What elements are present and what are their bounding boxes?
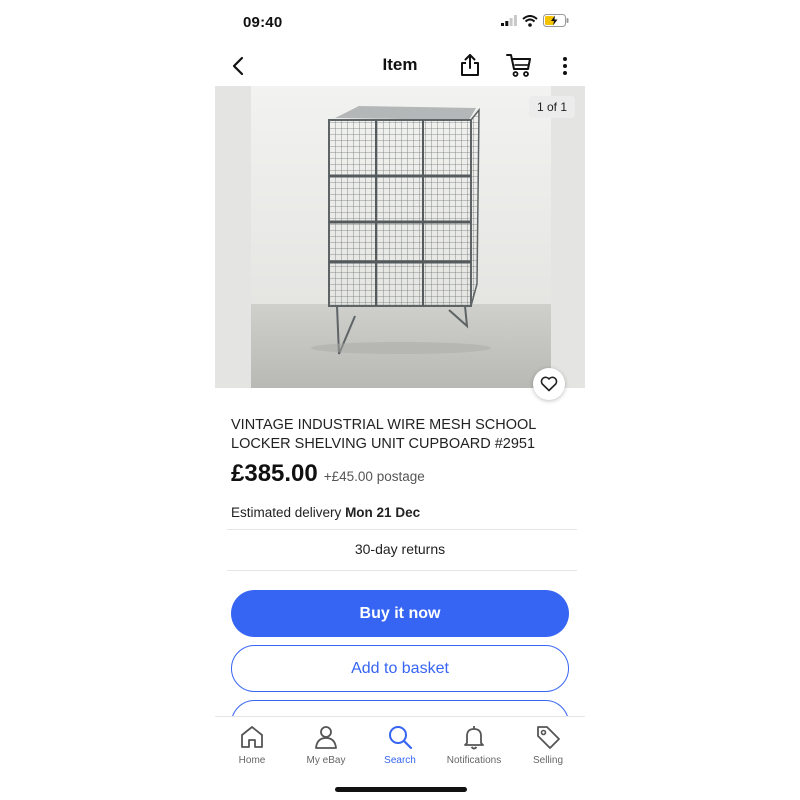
tab-notifications[interactable]: Notifications bbox=[437, 723, 511, 766]
tab-home[interactable]: Home bbox=[215, 723, 289, 766]
tab-my-ebay[interactable]: My eBay bbox=[289, 723, 363, 766]
divider bbox=[227, 529, 577, 530]
delivery-label: Estimated delivery bbox=[231, 505, 342, 520]
tab-label: My eBay bbox=[306, 755, 346, 766]
cart-icon[interactable] bbox=[505, 52, 533, 78]
home-indicator[interactable] bbox=[335, 787, 467, 792]
status-bar: 09:40 bbox=[215, 0, 585, 46]
signal-icon bbox=[501, 15, 517, 26]
buy-it-now-button[interactable]: Buy it now bbox=[231, 590, 569, 637]
more-options-icon[interactable] bbox=[555, 54, 575, 78]
tab-label: Selling bbox=[532, 755, 564, 766]
wifi-icon bbox=[522, 14, 538, 27]
price-row: £385.00 +£45.00 postage bbox=[231, 460, 425, 488]
nav-bar: Item bbox=[215, 46, 585, 86]
item-title: VINTAGE INDUSTRIAL WIRE MESH SCHOOL LOCK… bbox=[231, 417, 536, 452]
image-counter: 1 of 1 bbox=[528, 96, 575, 118]
postage-cost: +£45.00 postage bbox=[323, 469, 425, 484]
item-price: £385.00 bbox=[231, 460, 318, 487]
tab-label: Home bbox=[238, 755, 266, 766]
status-time: 09:40 bbox=[243, 14, 283, 31]
search-icon bbox=[389, 726, 413, 750]
tab-search[interactable]: Search bbox=[363, 723, 437, 766]
item-photo bbox=[251, 86, 551, 388]
tab-label: Search bbox=[384, 755, 416, 766]
status-icons bbox=[501, 14, 569, 27]
tab-label: Notifications bbox=[446, 755, 502, 766]
tab-selling[interactable]: Selling bbox=[511, 723, 585, 766]
bell-icon bbox=[464, 726, 484, 750]
share-icon[interactable] bbox=[457, 52, 483, 78]
watch-button[interactable] bbox=[533, 368, 565, 400]
item-image-gallery[interactable]: 1 of 1 bbox=[215, 86, 585, 388]
add-to-basket-button[interactable]: Add to basket bbox=[231, 645, 569, 692]
returns-policy: 30-day returns bbox=[354, 541, 446, 557]
delivery-date: Mon 21 Dec bbox=[345, 505, 421, 520]
phone-screen: 09:40 Item 1 of 1 VINTAGE INDUSTRIAL WIR… bbox=[215, 0, 585, 800]
home-icon bbox=[241, 726, 263, 748]
divider bbox=[227, 570, 577, 571]
battery-charging-icon bbox=[543, 14, 569, 27]
estimated-delivery: Estimated delivery Mon 21 Dec bbox=[231, 505, 420, 520]
person-icon bbox=[315, 726, 337, 749]
heart-icon bbox=[540, 376, 558, 392]
tag-icon bbox=[537, 726, 560, 749]
